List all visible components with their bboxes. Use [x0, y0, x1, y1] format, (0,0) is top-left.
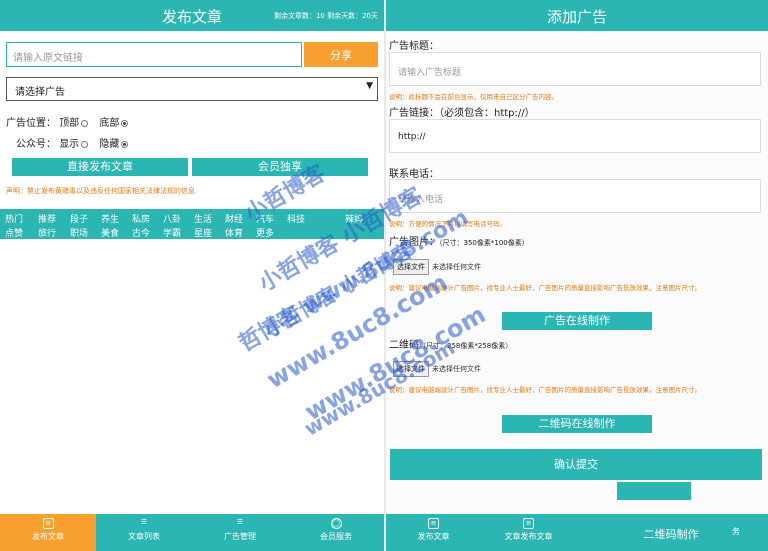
ad-position-bottom-label: 底部	[99, 118, 120, 129]
ad-image-hint: 说明：建议电脑端设计广告图片，找专业人士最好，广告图片的质量直接影响广告投放效果…	[389, 284, 701, 292]
ad-title-label: 广告标题：	[389, 41, 439, 52]
tab-label: 会员服务	[320, 532, 352, 541]
category-item[interactable]: 星座	[194, 226, 212, 239]
choose-file-button[interactable]: 选择文件	[393, 361, 429, 377]
category-item[interactable]: 财经	[225, 212, 243, 225]
member-exclusive-button[interactable]: 会员独享	[192, 158, 368, 176]
ad-image-size-note: （尺寸：350像素*100像素）	[439, 239, 529, 247]
submit-button[interactable]: 确认提交	[390, 449, 762, 480]
ad-position-row: 广告位置： 顶部 底部	[6, 114, 136, 129]
category-bar: 热门 推荐 段子 养生 私房 八卦 生活 财经 汽车 科技 辣妈 点赞 旅行 职…	[0, 209, 384, 239]
legal-notice: 声明：禁止发布黄赌毒以及违反任何国家相关法律法规的信息	[6, 187, 195, 195]
wechat-show-radio[interactable]	[81, 140, 89, 148]
ad-link-input[interactable]: http://	[389, 119, 761, 153]
document-icon: ≡	[428, 518, 439, 529]
document-icon: ≡	[42, 518, 54, 529]
file-status: 未选择任何文件	[432, 365, 481, 373]
tab-article-list[interactable]: ☰ 文章列表	[96, 514, 192, 551]
qrcode-size-note: （尺寸：258像素*258像素）	[419, 342, 513, 350]
tab-article-list[interactable]: ≡ 文章发布文章	[481, 514, 576, 551]
bottom-tab-bar: ≡ 发布文章 ☰ 文章列表 ☰ 广告管理 ◯ 会员服务	[0, 514, 384, 551]
category-item[interactable]: 生活	[194, 212, 212, 225]
list-icon: ☰	[236, 518, 244, 526]
category-item[interactable]: 美食	[101, 226, 119, 239]
category-item[interactable]: 学霸	[163, 226, 181, 239]
qrcode-online-maker-button[interactable]: 二维码在线制作	[502, 415, 652, 433]
tab-label: 务	[732, 527, 740, 536]
ad-position-label: 广告位置：	[6, 118, 56, 129]
top-bar: 发布文章 剩余文章数：10 剩余天数：20天	[0, 0, 384, 31]
page-title: 添加广告	[546, 8, 607, 26]
ad-title-hint: 说明：此标题不会在前台显示，仅用来自己区分广告内容。	[389, 93, 558, 101]
category-item[interactable]: 汽车	[256, 212, 274, 225]
category-item[interactable]: 热门	[5, 212, 23, 225]
ad-select-value: 请选择广告	[15, 87, 65, 98]
category-item[interactable]: 段子	[70, 212, 88, 225]
category-item[interactable]: 更多	[256, 226, 274, 239]
category-item[interactable]: 职场	[70, 226, 88, 239]
category-item[interactable]: 养生	[101, 212, 119, 225]
document-icon: ≡	[523, 518, 534, 529]
tab-publish-article[interactable]: ≡ 发布文章	[0, 514, 96, 551]
ad-position-bottom-radio[interactable]	[121, 119, 129, 127]
category-item[interactable]: 体育	[225, 226, 243, 239]
publish-article-screen: 发布文章 剩余文章数：10 剩余天数：20天 请输入原文链接 分享 请选择广告 …	[0, 0, 384, 551]
secondary-button[interactable]	[617, 482, 691, 500]
category-item[interactable]: 点赞	[5, 226, 23, 239]
ad-image-file-input: 选择文件 未选择任何文件	[393, 259, 481, 275]
remaining-stats: 剩余文章数：10 剩余天数：20天	[273, 12, 378, 20]
category-item[interactable]: 科技	[287, 212, 305, 225]
list-icon: ☰	[140, 518, 148, 526]
ad-online-maker-button[interactable]: 广告在线制作	[502, 312, 652, 330]
tab-member-service[interactable]: ◯ 会员服务	[288, 514, 384, 551]
share-button[interactable]: 分享	[304, 42, 378, 67]
tab-label: 发布文章	[417, 532, 450, 541]
category-item[interactable]: 私房	[132, 212, 150, 225]
file-status: 未选择任何文件	[432, 263, 481, 271]
wechat-hide-radio[interactable]	[121, 140, 129, 148]
tab-publish-article[interactable]: ≡ 发布文章	[386, 514, 481, 551]
wechat-label: 公众号：	[16, 139, 56, 150]
qrcode-hint: 说明：建议电脑端设计广告图片，找专业人士最好，广告图片的质量直接影响广告投放效果…	[389, 386, 701, 394]
dropdown-arrow-icon: ▼	[366, 81, 373, 91]
tab-ad-management[interactable]: ☰ 广告管理	[192, 514, 288, 551]
tab-qrcode-maker[interactable]: 二维码制作	[636, 514, 706, 551]
contact-hint: 说明：方便的情况下可以填写电话号码。	[389, 220, 506, 228]
qrcode-file-input: 选择文件 未选择任何文件	[393, 361, 481, 377]
qrcode-label-text: 二维码	[389, 340, 419, 351]
tab-label: 广告管理	[224, 532, 256, 541]
bottom-tab-bar: ≡ 发布文章 ≡ 文章发布文章 二维码制作 务	[386, 514, 768, 551]
qrcode-label: 二维码（尺寸：258像素*258像素）	[389, 336, 512, 351]
choose-file-button[interactable]: 选择文件	[393, 259, 429, 275]
ad-position-top-label: 顶部	[59, 118, 80, 129]
top-bar: 添加广告	[386, 0, 768, 31]
wechat-hide-label: 隐藏	[99, 139, 120, 150]
ad-position-top-radio[interactable]	[81, 119, 89, 127]
tab-label: 文章列表	[128, 532, 160, 541]
category-item[interactable]: 八卦	[163, 212, 181, 225]
wechat-row: 公众号： 显示 隐藏	[16, 135, 136, 150]
publish-direct-button[interactable]: 直接发布文章	[12, 158, 188, 176]
tab-label: 二维码制作	[643, 528, 699, 541]
contact-label: 联系电话：	[389, 169, 439, 180]
tab-member-service[interactable]: 务	[706, 514, 766, 551]
wechat-show-label: 显示	[59, 139, 80, 150]
tab-label: 文章发布文章	[504, 532, 553, 541]
category-item[interactable]: 旅行	[38, 226, 56, 239]
ad-image-label-text: 广告图片：	[389, 237, 439, 248]
ad-title-input[interactable]: 请输入广告标题	[389, 52, 761, 86]
ad-select[interactable]: 请选择广告 ▼	[6, 77, 378, 101]
add-ad-screen: 添加广告 广告标题： 请输入广告标题 说明：此标题不会在前台显示，仅用来自己区分…	[386, 0, 768, 551]
tab-label: 发布文章	[32, 532, 64, 541]
category-item[interactable]: 古今	[132, 226, 150, 239]
category-item[interactable]: 推荐	[38, 212, 56, 225]
ad-image-label: 广告图片：（尺寸：350像素*100像素）	[389, 233, 529, 248]
ad-link-label: 广告链接：（必须包含：http://）	[389, 108, 535, 119]
user-icon: ◯	[330, 518, 342, 529]
article-url-input[interactable]: 请输入原文链接	[6, 42, 302, 67]
category-item[interactable]: 辣妈	[345, 212, 363, 225]
contact-input[interactable]: 请输入电话	[389, 179, 761, 213]
